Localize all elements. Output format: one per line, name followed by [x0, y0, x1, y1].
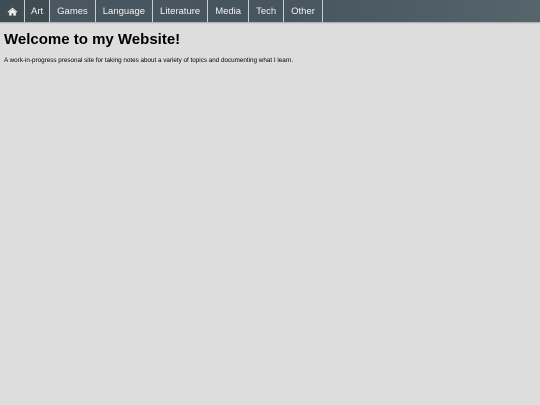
nav-item-tech[interactable]: Tech — [249, 0, 285, 22]
nav-item-art[interactable]: Art — [25, 0, 51, 22]
nav-item-games[interactable]: Games — [50, 0, 96, 22]
home-icon — [7, 7, 18, 16]
nav-item-media[interactable]: Media — [208, 0, 250, 22]
nav-item-literature[interactable]: Literature — [153, 0, 209, 22]
nav-item-language[interactable]: Language — [96, 0, 154, 22]
main-content: Welcome to my Website! A work-in-progres… — [0, 22, 540, 65]
intro-text: A work-in-progress presonal site for tak… — [4, 57, 294, 64]
top-navbar: Art Games Language Literature Media Tech… — [0, 0, 540, 22]
nav-item-other[interactable]: Other — [284, 0, 323, 22]
nav-home[interactable] — [0, 0, 25, 22]
page-title: Welcome to my Website! — [4, 31, 181, 48]
